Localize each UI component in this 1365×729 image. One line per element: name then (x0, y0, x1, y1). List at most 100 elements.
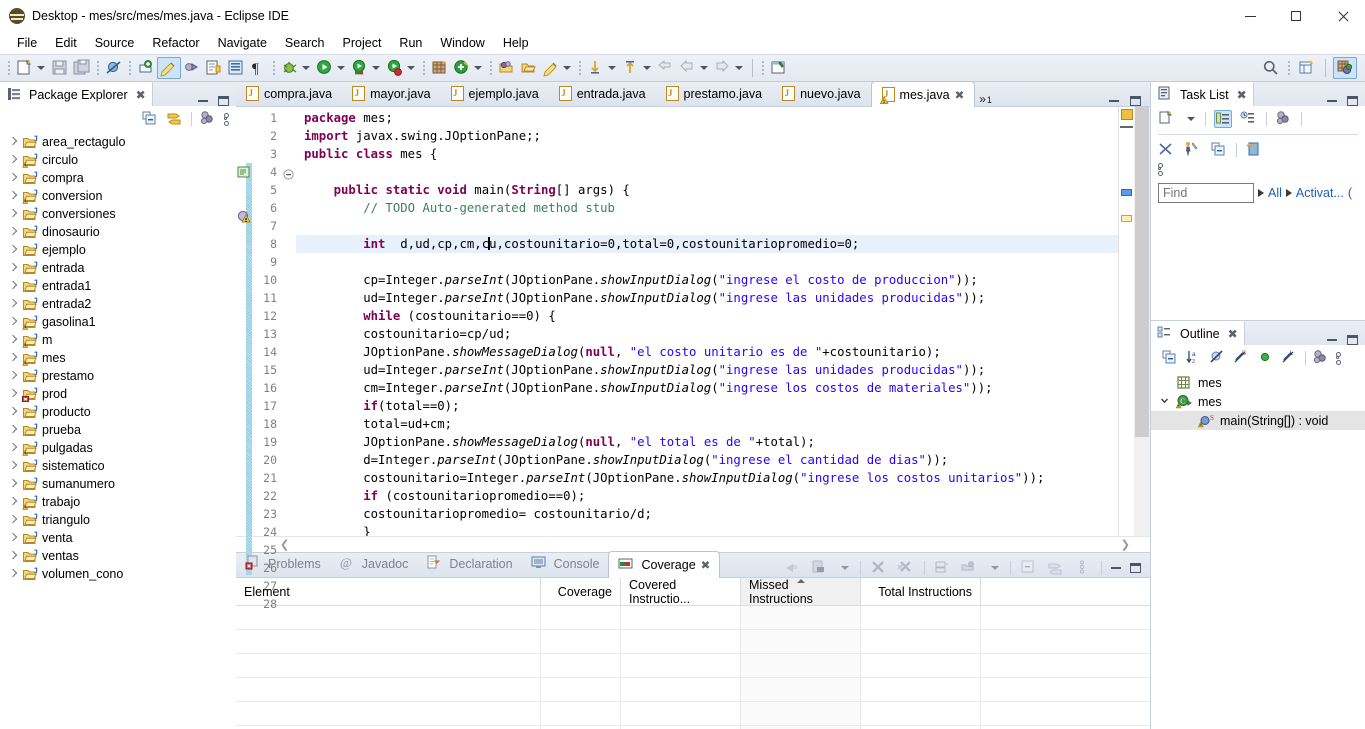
toolbar-dropdown-arrow[interactable] (608, 66, 616, 70)
editor-vscroll-thumb[interactable] (1135, 107, 1149, 437)
chevron-right-icon[interactable] (8, 443, 18, 453)
remove-all-sessions-icon[interactable] (897, 559, 915, 577)
package-explorer-item[interactable]: gasolina1 (0, 313, 236, 331)
toolbar-forward-button[interactable] (712, 57, 747, 79)
menu-project[interactable]: Project (334, 34, 391, 52)
chevron-right-icon[interactable] (8, 245, 18, 255)
toolbar-dropdown-arrow[interactable] (474, 66, 482, 70)
editor-tab-close-icon[interactable]: ✖ (955, 88, 965, 102)
chevron-right-icon[interactable] (8, 335, 18, 345)
link-with-editor-icon[interactable] (1312, 349, 1330, 367)
bottom-view-minimize-icon[interactable] (1111, 567, 1121, 569)
filter-activated-link[interactable]: Activat... (1296, 186, 1344, 200)
coverage-table-row[interactable] (236, 702, 1150, 726)
menu-refactor[interactable]: Refactor (143, 34, 208, 52)
toolbar-search-button[interactable] (1260, 57, 1282, 79)
tab-outline[interactable]: Outline ✖ (1151, 321, 1245, 345)
editor-tab-entrada-java[interactable]: Jentrada.java (549, 81, 656, 106)
coverage-table-row[interactable] (236, 630, 1150, 654)
collapse-all-icon[interactable] (934, 559, 952, 577)
toolbar-dropdown-arrow[interactable] (563, 66, 571, 70)
package-explorer-item[interactable]: sistematico (0, 457, 236, 475)
menu-edit[interactable]: Edit (46, 34, 86, 52)
code-line[interactable]: cp=Integer.parseInt(JOptionPane.showInpu… (296, 271, 1118, 289)
toolbar-dropdown-arrow[interactable] (407, 66, 415, 70)
toolbar-open-type-button[interactable] (225, 57, 247, 79)
package-explorer-item[interactable]: entrada (0, 259, 236, 277)
menu-navigate[interactable]: Navigate (209, 34, 276, 52)
task-list-maximize-icon[interactable] (1347, 96, 1358, 106)
toolbar-new-java-project-button[interactable] (429, 57, 451, 79)
toolbar-dropdown-arrow[interactable] (372, 66, 380, 70)
chevron-right-icon[interactable] (8, 173, 18, 183)
synchronize-changed-icon[interactable] (1158, 141, 1176, 159)
window-minimize-button[interactable] (1227, 0, 1273, 32)
hide-local-types-icon[interactable]: L (1281, 349, 1299, 367)
chevron-right-icon[interactable] (8, 497, 18, 507)
chevron-right-icon[interactable] (8, 155, 18, 165)
chevron-right-icon[interactable] (8, 371, 18, 381)
chevron-down-icon[interactable] (1159, 395, 1171, 409)
package-explorer-item[interactable]: volumen_cono (0, 565, 236, 583)
package-explorer-item[interactable]: conversiones (0, 205, 236, 223)
toolbar-open-folder-button[interactable] (518, 57, 540, 79)
editor-tab-nuevo-java[interactable]: Jnuevo.java (772, 81, 870, 106)
package-explorer-close-icon[interactable]: ✖ (136, 88, 146, 102)
toolbar-dropdown-arrow[interactable] (37, 66, 45, 70)
package-explorer-item[interactable]: dinosaurio (0, 223, 236, 241)
todo-task-marker-icon[interactable] (237, 165, 251, 182)
new-task-dropdown-arrow[interactable] (1187, 117, 1195, 121)
chevron-right-icon[interactable] (8, 263, 18, 273)
package-explorer-tree[interactable]: area_rectagulo circulo compra conversion con… (0, 131, 236, 729)
chevron-right-icon[interactable] (8, 299, 18, 309)
code-line[interactable]: costounitariopromedio= costounitario/d; (296, 505, 1118, 523)
code-line[interactable]: JOptionPane.showMessageDialog(null, "el … (296, 433, 1118, 451)
package-explorer-item[interactable]: trabajo (0, 493, 236, 511)
package-explorer-item[interactable]: compra (0, 169, 236, 187)
code-line[interactable]: ud=Integer.parseInt(JOptionPane.showInpu… (296, 361, 1118, 379)
code-line[interactable]: while (costounitario==0) { (296, 307, 1118, 325)
outline-tree[interactable]: mes Cmes Smain(String[]) : void (1151, 371, 1365, 430)
package-explorer-maximize-icon[interactable] (218, 96, 229, 106)
toolbar-dropdown-arrow[interactable] (302, 66, 310, 70)
overview-warning-mark[interactable] (1121, 109, 1133, 120)
hide-non-public-members-icon[interactable] (1257, 349, 1275, 367)
link-with-selection-icon[interactable] (1020, 559, 1038, 577)
code-line[interactable]: if (costounitariopromedio==0); (296, 487, 1118, 505)
chevron-right-icon[interactable] (8, 479, 18, 489)
chevron-right-icon[interactable] (8, 389, 18, 399)
window-close-button[interactable] (1319, 0, 1365, 32)
coverage-column-header[interactable]: Covered Instructio... (621, 578, 741, 606)
toolbar-dropdown-arrow[interactable] (735, 66, 743, 70)
task-list-minimize-icon[interactable] (1327, 100, 1337, 102)
code-line[interactable]: costounitario=cp/ud; (296, 325, 1118, 343)
menu-help[interactable]: Help (494, 34, 538, 52)
chevron-right-icon[interactable] (8, 209, 18, 219)
coverage-table-row[interactable] (236, 606, 1150, 630)
chevron-right-icon[interactable] (8, 461, 18, 471)
package-explorer-item[interactable]: prueba (0, 421, 236, 439)
activate-task-icon[interactable] (1184, 141, 1202, 159)
toolbar-new-java-package-button[interactable] (135, 57, 157, 79)
package-explorer-item[interactable]: prod (0, 385, 236, 403)
link-with-editor-icon[interactable] (166, 110, 184, 128)
code-line[interactable]: total=ud+cm; (296, 415, 1118, 433)
bottom-tab-close-icon[interactable]: ✖ (701, 558, 711, 572)
package-explorer-item[interactable]: sumanumero (0, 475, 236, 493)
editor-tab-overflow-button[interactable]: » 1 (975, 92, 996, 106)
hide-static-members-icon[interactable]: S (1233, 349, 1251, 367)
outline-item[interactable]: mes (1151, 373, 1365, 392)
task-list-find-input[interactable] (1158, 183, 1254, 203)
view-menu-filter-icon[interactable] (199, 110, 217, 128)
code-line[interactable]: costounitario=Integer.parseInt(JOptionPa… (296, 469, 1118, 487)
editor-tab-mes-java[interactable]: Jmes.java ✖ (870, 81, 976, 107)
import-export-session-icon[interactable] (961, 559, 979, 577)
chevron-right-icon[interactable] (8, 551, 18, 561)
coverage-column-header[interactable]: Coverage (541, 578, 621, 605)
package-explorer-item[interactable]: entrada1 (0, 277, 236, 295)
code-line[interactable]: import javax.swing.JOptionPane;; (296, 127, 1118, 145)
package-explorer-item[interactable]: ventas (0, 547, 236, 565)
toolbar-java-perspective-button[interactable] (1333, 57, 1357, 79)
package-explorer-item[interactable]: producto (0, 403, 236, 421)
package-explorer-minimize-icon[interactable] (198, 100, 208, 102)
